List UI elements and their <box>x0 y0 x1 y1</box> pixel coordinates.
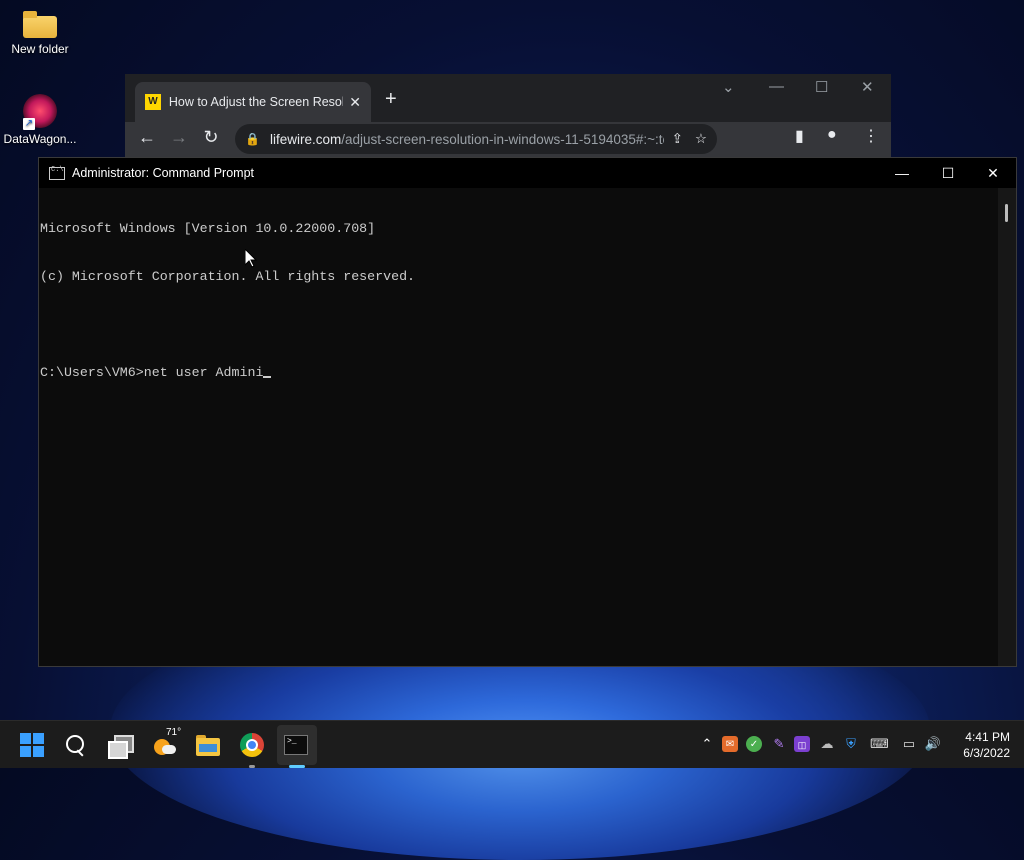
tab-search-chevron-icon[interactable]: ⌄ <box>722 78 735 96</box>
desktop-icon-datawagon[interactable]: DataWagon... <box>0 94 80 146</box>
weather-widget[interactable]: 71° <box>154 727 181 757</box>
taskbar-clock[interactable]: 4:41 PM 6/3/2022 <box>963 729 1010 761</box>
clock-time: 4:41 PM <box>965 730 1010 744</box>
url-host: lifewire.com <box>269 131 342 147</box>
lifewire-favicon-icon: W <box>145 94 161 110</box>
tray-overflow-chevron-icon[interactable]: ⌃ <box>698 735 716 753</box>
url-path: /adjust-screen-resolution-in-windows-11-… <box>341 131 664 147</box>
console-input-line[interactable]: C:\Users\VM6>net user Admini <box>40 365 998 381</box>
back-arrow-icon[interactable]: ← <box>131 127 163 148</box>
command-prompt-window: Administrator: Command Prompt — ☐ ✕ Micr… <box>38 157 1017 667</box>
console-line: (c) Microsoft Corporation. All rights re… <box>40 269 416 284</box>
scrollbar-thumb[interactable] <box>1005 204 1008 222</box>
console-output[interactable]: Microsoft Windows [Version 10.0.22000.70… <box>39 188 998 666</box>
browser-toolbar: ← → ↻ 🔒 lifewire.com /adjust-screen-reso… <box>125 122 891 158</box>
tray-keyboard-icon[interactable]: ⌨ <box>870 735 889 753</box>
desktop-icon-label: New folder <box>11 42 69 56</box>
text-cursor <box>263 376 272 378</box>
start-windows-icon[interactable] <box>20 733 44 757</box>
browser-window: W How to Adjust the Screen Resolution in… <box>125 74 891 158</box>
maximize-icon[interactable]: ☐ <box>815 78 828 96</box>
network-icon[interactable]: ▭ <box>900 735 918 753</box>
close-icon[interactable]: ✕ <box>861 78 874 96</box>
browser-tabstrip: W How to Adjust the Screen Resolution in… <box>125 74 891 122</box>
weather-cloud-icon <box>162 745 176 754</box>
cmd-window-icon <box>49 166 65 180</box>
side-panel-icon[interactable]: ▮ <box>795 126 804 146</box>
reload-icon[interactable]: ↻ <box>195 127 227 148</box>
cmd-titlebar[interactable]: Administrator: Command Prompt — ☐ ✕ <box>39 158 1016 188</box>
browser-tab[interactable]: W How to Adjust the Screen Resolution in… <box>135 82 371 122</box>
tray-app-icon[interactable]: ✉ <box>722 736 738 752</box>
desktop-icon-label: DataWagon... <box>3 132 77 146</box>
file-explorer-icon[interactable] <box>196 733 220 757</box>
task-view-icon[interactable] <box>108 733 134 759</box>
taskbar: 71° ⌃ ✉ ✓ ✎ ◫ ☁ ⛨ ⌨ ▭ 🔊 4:41 PM 6/3/2022 <box>0 720 1024 768</box>
lock-icon: 🔒 <box>245 132 260 146</box>
chrome-icon[interactable] <box>240 733 264 757</box>
new-tab-button[interactable]: + <box>385 88 397 111</box>
close-icon[interactable]: ✕ <box>970 158 1016 188</box>
profile-icon[interactable]: ● <box>827 126 837 144</box>
volume-icon[interactable]: 🔊 <box>924 735 942 753</box>
minimize-icon[interactable]: — <box>879 158 925 188</box>
address-bar[interactable]: 🔒 lifewire.com /adjust-screen-resolution… <box>235 124 717 154</box>
minimize-icon[interactable]: — <box>769 78 784 95</box>
command-prompt-taskbar-icon[interactable] <box>284 735 308 755</box>
desktop-icon-new-folder[interactable]: New folder <box>0 8 80 56</box>
maximize-icon[interactable]: ☐ <box>925 158 971 188</box>
vertical-scrollbar[interactable] <box>998 188 1016 666</box>
datawagon-shortcut-icon <box>23 94 57 130</box>
weather-temp: 71° <box>166 727 182 738</box>
folder-icon <box>23 11 57 38</box>
tray-cloud-offline-icon[interactable]: ☁ <box>818 735 836 753</box>
forward-arrow-icon[interactable]: → <box>163 127 195 148</box>
cmd-title: Administrator: Command Prompt <box>72 166 255 180</box>
tray-check-icon[interactable]: ✓ <box>746 736 762 752</box>
console-line: Microsoft Windows [Version 10.0.22000.70… <box>40 221 376 236</box>
search-icon[interactable] <box>64 733 88 757</box>
share-icon[interactable]: ⇪ <box>664 131 683 147</box>
browser-tab-title: How to Adjust the Screen Resolution in W… <box>168 95 344 109</box>
tray-feather-icon[interactable]: ✎ <box>770 735 788 753</box>
console-line: C:\Users\VM6>net user Admini <box>40 365 264 380</box>
clock-date: 6/3/2022 <box>963 746 1010 760</box>
tab-close-icon[interactable]: ✕ <box>349 94 361 111</box>
tray-app2-icon[interactable]: ◫ <box>794 736 810 752</box>
tray-security-shield-icon[interactable]: ⛨ <box>842 735 860 753</box>
kebab-menu-icon[interactable]: ⋮ <box>863 126 879 146</box>
bookmark-star-icon[interactable]: ☆ <box>695 131 707 147</box>
